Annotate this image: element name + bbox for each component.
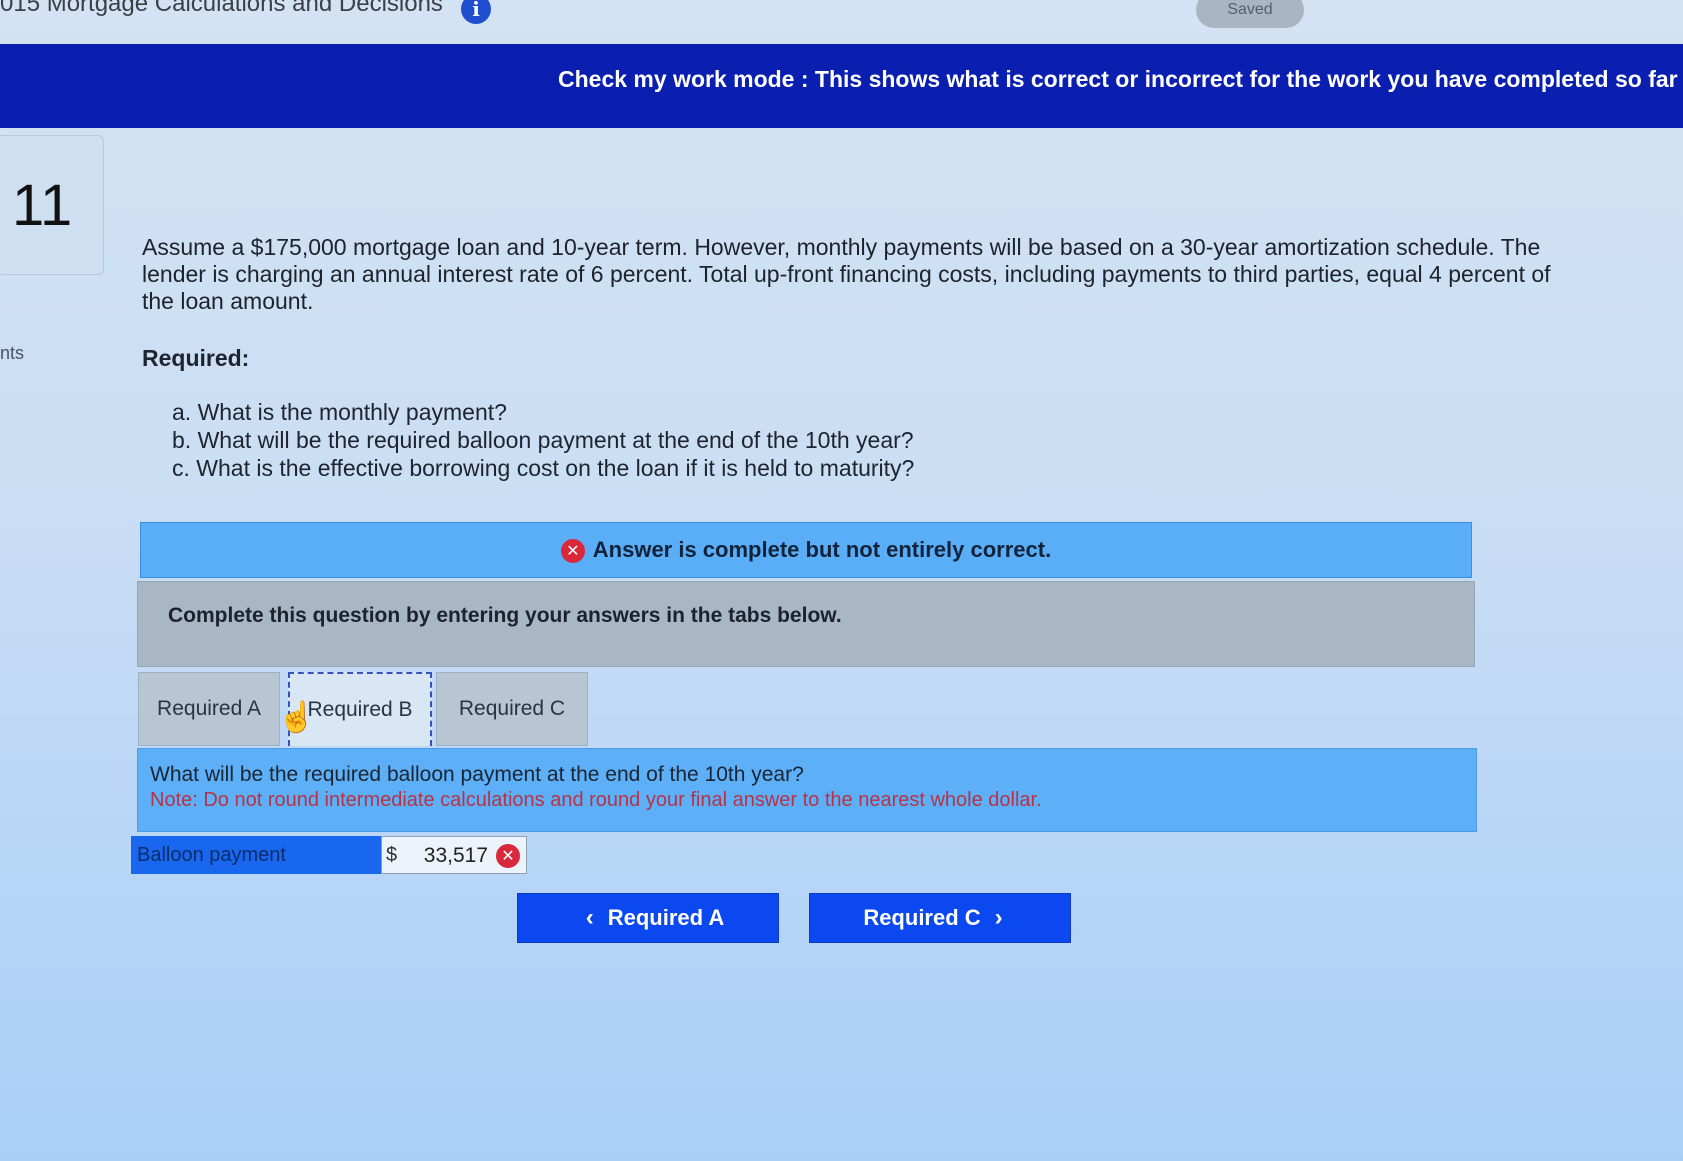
tab-question: What will be the required balloon paymen…: [150, 763, 804, 786]
next-required-c-button[interactable]: Required C ›: [809, 893, 1071, 943]
balloon-payment-input[interactable]: $ 33,517 ✕: [381, 836, 527, 874]
required-item-b: b. What will be the required balloon pay…: [172, 427, 914, 453]
hand-cursor-icon: ☝: [278, 701, 316, 734]
required-list: a. What is the monthly payment? b. What …: [172, 398, 914, 482]
chevron-left-icon: ‹: [585, 904, 594, 931]
tab-label: Required B: [307, 698, 413, 721]
prev-required-a-button[interactable]: ‹ Required A: [517, 893, 779, 943]
question-number: 11: [12, 173, 73, 238]
balloon-payment-value[interactable]: 33,517: [424, 844, 488, 868]
top-bar: 015 Mortgage Calculations and Decisions …: [0, 0, 1683, 44]
balloon-payment-row: Balloon payment $ 33,517 ✕: [131, 836, 527, 874]
answer-status: ✕ Answer is complete but not entirely cor…: [560, 537, 1052, 564]
required-heading: Required:: [142, 345, 250, 371]
incorrect-icon: ✕: [496, 844, 520, 868]
rounding-note: Note: Do not round intermediate calculat…: [150, 789, 1042, 811]
error-icon: ✕: [560, 539, 585, 564]
currency-symbol: $: [386, 844, 398, 866]
tab-question-box: What will be the required balloon paymen…: [137, 748, 1477, 832]
saved-status-badge: Saved: [1196, 0, 1304, 28]
required-tabs: Required A Required B Required C ☝: [138, 672, 588, 746]
required-item-c: c. What is the effective borrowing cost …: [172, 455, 915, 481]
balloon-payment-label: Balloon payment: [131, 836, 381, 874]
problem-statement: Assume a $175,000 mortgage loan and 10-y…: [142, 234, 1582, 315]
instruction-text: Complete this question by entering your …: [168, 604, 842, 627]
instruction-banner: Complete this question by entering your …: [137, 581, 1475, 667]
check-my-work-banner: Check my work mode : This shows what is …: [0, 44, 1683, 128]
next-button-label: Required C: [863, 905, 981, 930]
check-my-work-text: Check my work mode : This shows what is …: [558, 66, 1678, 92]
problem-text: Assume a $175,000 mortgage loan and 10-y…: [142, 234, 1551, 314]
answer-status-text: Answer is complete but not entirely corr…: [592, 537, 1052, 562]
answer-status-banner: ✕ Answer is complete but not entirely cor…: [140, 522, 1472, 578]
chevron-right-icon: ›: [994, 904, 1003, 931]
tab-required-a[interactable]: Required A: [138, 672, 280, 746]
info-icon[interactable]: i: [461, 0, 491, 24]
tab-label: Required A: [157, 697, 261, 720]
required-item-a: a. What is the monthly payment?: [172, 399, 507, 425]
tab-label: Required C: [458, 697, 566, 720]
tab-required-c[interactable]: Required C: [436, 672, 588, 746]
prev-button-label: Required A: [607, 905, 725, 930]
assignment-title: 015 Mortgage Calculations and Decisions: [0, 0, 443, 17]
points-label: nts: [0, 343, 25, 363]
